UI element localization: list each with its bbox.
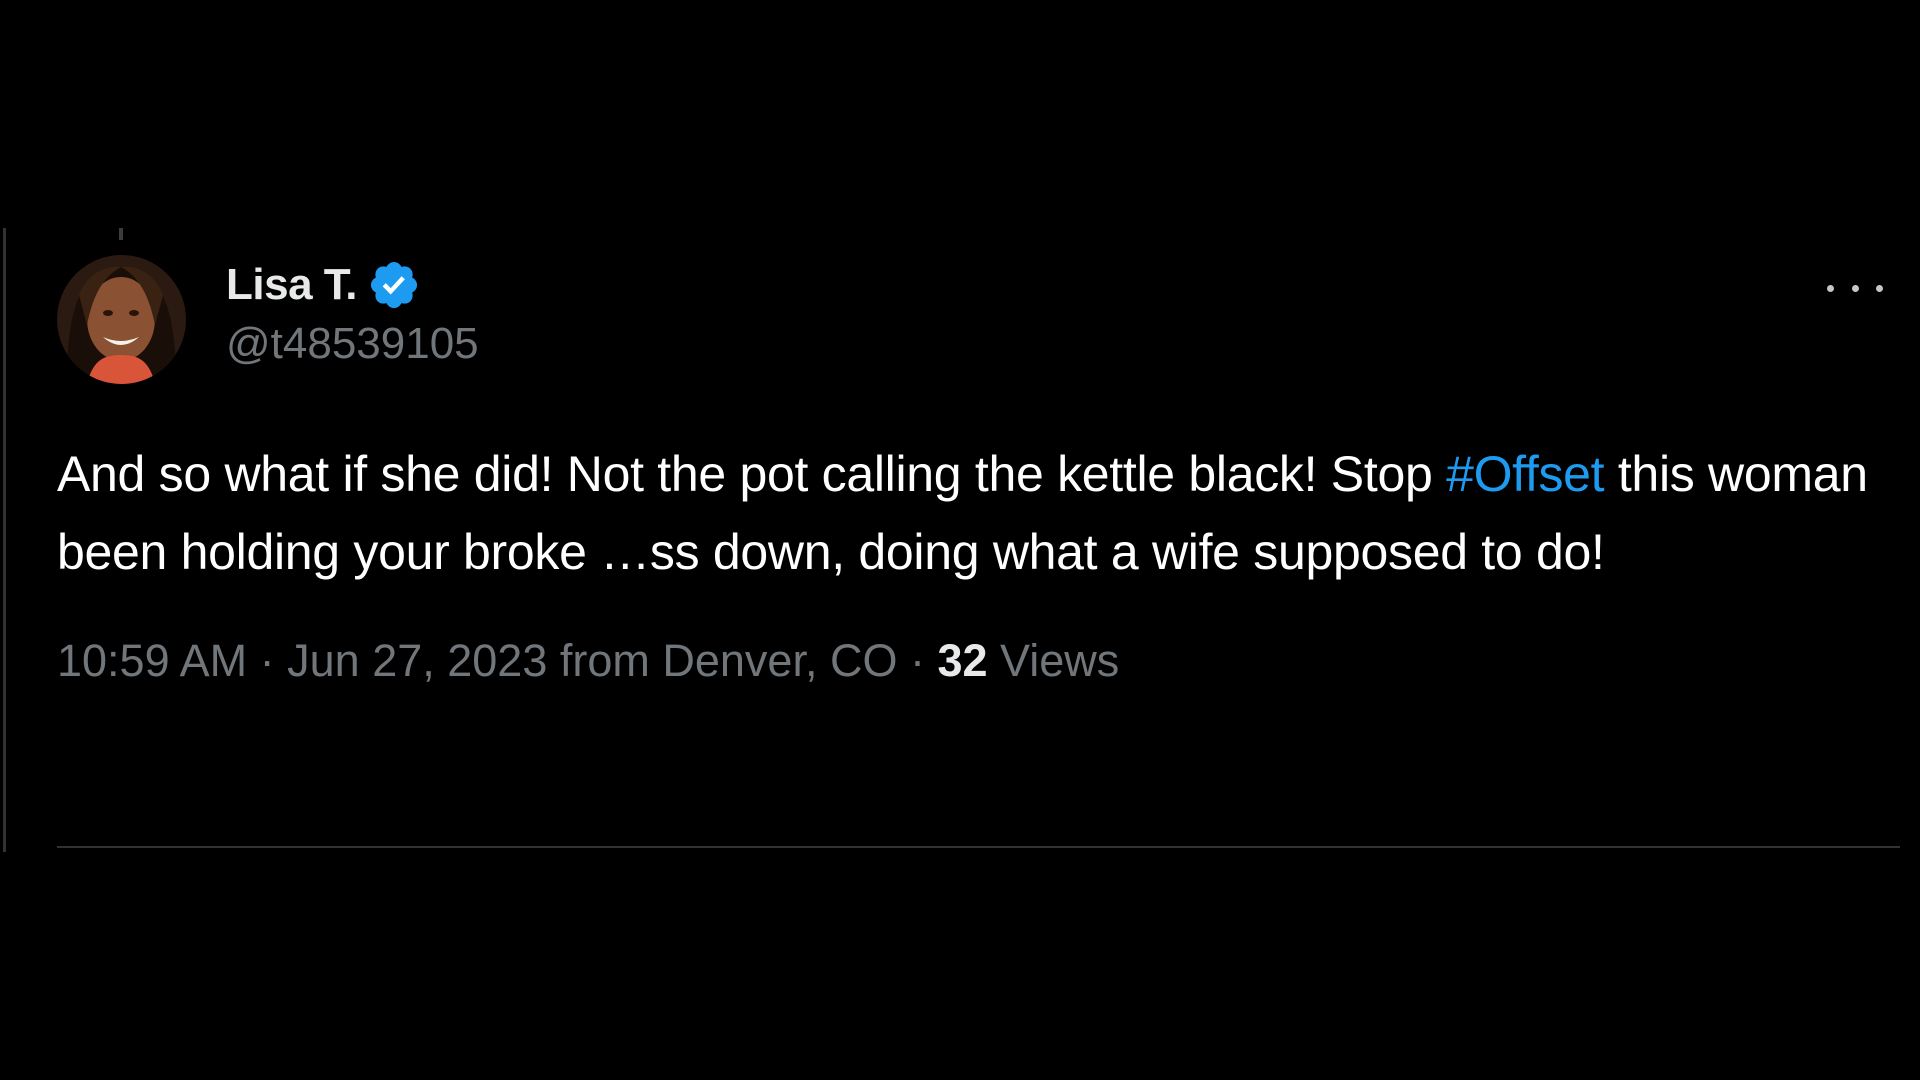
tweet-text-end: down, doing what a wife supposed to do! <box>699 524 1605 580</box>
meta-separator: · <box>897 635 938 686</box>
thread-line <box>3 228 6 852</box>
meta-separator: · <box>247 635 288 686</box>
tweet-text: And so what if she did! Not the pot call… <box>57 435 1877 591</box>
tweet-text-start: And so what if she did! Not the pot call… <box>57 446 1447 502</box>
thread-connector <box>119 228 123 240</box>
more-dot <box>1876 284 1883 292</box>
avatar-image <box>57 255 186 384</box>
author-handle[interactable]: @t48539105 <box>226 319 479 369</box>
more-icon[interactable] <box>1827 273 1883 303</box>
divider <box>57 846 1900 848</box>
hashtag-link[interactable]: #Offset <box>1446 446 1604 502</box>
tweet-header: Lisa T. @t48539105 <box>57 253 1900 385</box>
verified-badge-icon[interactable] <box>367 258 421 312</box>
display-name[interactable]: Lisa T. <box>226 260 358 310</box>
tweet-time[interactable]: 10:59 AM <box>57 635 247 686</box>
tweet-location: from Denver, CO <box>547 635 898 686</box>
more-dot <box>1851 284 1859 292</box>
display-name-row: Lisa T. <box>226 253 479 317</box>
tweet-text-censored: …ss <box>600 524 700 580</box>
author-names: Lisa T. @t48539105 <box>226 253 479 369</box>
tweet-meta: 10:59 AM · Jun 27, 2023 from Denver, CO … <box>57 635 1900 687</box>
avatar[interactable] <box>57 255 186 384</box>
views-count[interactable]: 32 <box>937 635 987 686</box>
more-dot <box>1827 284 1834 292</box>
tweet: Lisa T. @t48539105 And so what if she di… <box>57 253 1900 687</box>
views-label: Views <box>987 635 1120 686</box>
tweet-date[interactable]: Jun 27, 2023 <box>287 635 547 686</box>
